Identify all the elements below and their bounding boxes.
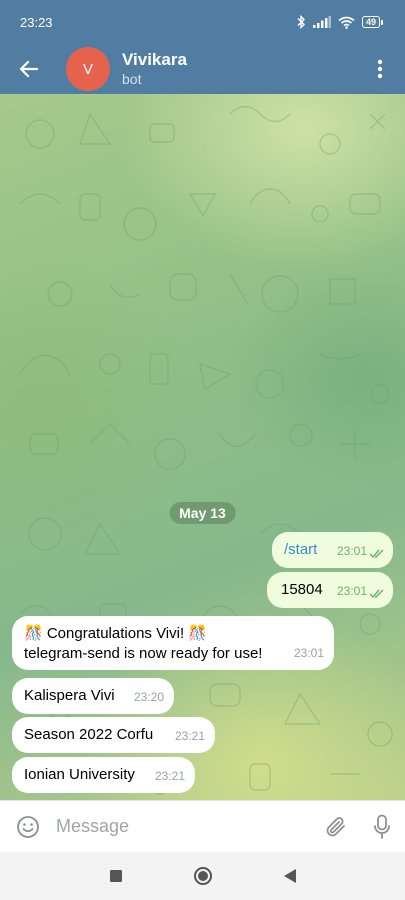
message-incoming[interactable]: Season 2022 Corfu 23:21 [12,717,215,753]
nav-square-icon[interactable] [109,869,123,883]
status-time: 23:23 [20,14,53,30]
date-separator: May 13 [169,502,236,524]
wifi-icon [338,16,355,29]
battery-level: 49 [361,16,380,28]
nav-home-icon[interactable] [193,866,213,886]
read-check-icon [369,549,384,558]
message-outgoing[interactable]: /start 23:01 [272,532,393,568]
voice-record-button[interactable] [359,814,405,840]
message-input[interactable] [56,816,313,837]
chat-title: Vivikara [122,50,187,69]
read-check-icon [369,589,384,598]
status-icons: 49 [296,15,383,29]
mic-icon [374,814,390,839]
back-arrow-icon [19,60,39,78]
bluetooth-icon [297,15,305,29]
avatar-letter: V [82,60,93,78]
message-time: 23:01 [336,584,367,598]
system-nav-bar [0,852,405,900]
message-outgoing[interactable]: 15804 23:01 [267,572,393,608]
message-incoming[interactable]: Kalispera Vivi 23:20 [12,678,174,714]
chat-title-block[interactable]: Vivikara bot [122,50,355,88]
message-text[interactable]: Kalispera Vivi [24,687,115,704]
message-time: 23:20 [133,690,164,704]
message-text-line2[interactable]: telegram-send is now ready for use! [24,645,262,662]
message-composer [0,800,405,852]
attach-button[interactable] [313,815,359,839]
message-time: 23:21 [154,769,185,783]
nav-back-icon[interactable] [283,868,297,884]
back-button[interactable] [0,44,58,94]
status-bar: 23:23 49 [0,0,405,44]
emoji-button[interactable] [0,815,56,839]
chat-subtitle: bot [122,71,142,87]
attach-icon [326,816,345,836]
more-options-button[interactable] [355,44,405,94]
message-text[interactable]: Ionian University [24,766,135,783]
message-time: 23:21 [174,729,205,743]
message-text[interactable]: Season 2022 Corfu [24,726,153,743]
message-text[interactable]: /start [284,541,317,558]
chat-header: V Vivikara bot [0,44,405,94]
avatar[interactable]: V [66,47,110,91]
message-time: 23:01 [336,544,367,558]
message-incoming[interactable]: 🎊 Congratulations Vivi! 🎊 telegram-send … [12,616,334,670]
battery-icon: 49 [361,16,383,28]
emoji-icon [17,815,39,838]
signal-icon [312,16,331,28]
chat-area[interactable]: May 13 /start 23:01 15804 23:01 🎊 Congra… [0,94,405,800]
more-vert-icon [377,59,383,79]
message-time: 23:01 [293,646,324,660]
message-text[interactable]: 15804 [281,581,323,598]
message-text-line1[interactable]: 🎊 Congratulations Vivi! 🎊 [24,624,322,644]
message-incoming[interactable]: Ionian University 23:21 [12,757,195,793]
